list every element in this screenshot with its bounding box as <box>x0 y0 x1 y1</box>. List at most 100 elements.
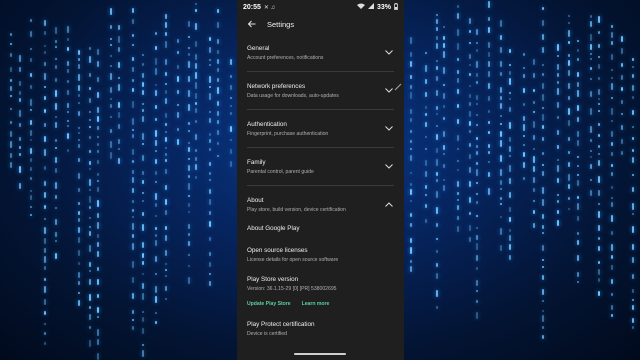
rain-drop <box>89 262 91 267</box>
rain-drop <box>611 77 613 79</box>
rain-drop <box>469 42 471 44</box>
rain-drop <box>632 326 634 329</box>
open-source-licenses-item[interactable]: Open source licenses License details for… <box>247 247 394 263</box>
rain-drop <box>89 150 91 153</box>
rain-drop <box>476 255 478 261</box>
rain-drop <box>632 203 634 210</box>
rain-drop <box>97 61 99 67</box>
rain-drop <box>142 242 144 248</box>
rain-drop <box>132 129 134 131</box>
rain-drop <box>590 190 592 196</box>
rain-drop <box>132 79 134 82</box>
rain-drop <box>632 213 634 215</box>
rain-drop <box>165 72 167 76</box>
rain-drop <box>165 113 167 118</box>
rain-drop <box>410 260 412 263</box>
pencil-icon[interactable] <box>394 83 402 91</box>
rain-drop <box>165 98 167 104</box>
rain-drop <box>443 117 445 120</box>
rain-drop <box>568 70 570 76</box>
rain-drop <box>132 67 134 72</box>
rain-drop <box>568 22 570 24</box>
rain-drop <box>598 153 600 155</box>
section-network-preferences[interactable]: Network preferences Data usage for downl… <box>247 72 394 110</box>
rain-drop <box>469 237 471 242</box>
rain-drop <box>500 228 502 235</box>
section-family[interactable]: Family Parental control, parent guide <box>247 148 394 186</box>
rain-drop <box>19 55 21 62</box>
update-play-store-link[interactable]: Update Play Store <box>247 301 291 307</box>
rain-drop <box>55 219 57 225</box>
rain-drop <box>500 216 502 218</box>
rain-drop <box>577 140 579 146</box>
rain-drop <box>436 106 438 110</box>
rain-drop <box>568 151 570 154</box>
rain-drop <box>30 214 32 216</box>
rain-drop <box>542 232 544 234</box>
rain-drop <box>509 122 511 129</box>
about-google-play-item[interactable]: About Google Play <box>247 225 394 232</box>
rain-drop <box>632 244 634 250</box>
rain-drop <box>55 103 57 110</box>
rain-drop <box>230 97 232 99</box>
rain-drop <box>230 85 232 90</box>
rain-drop <box>632 257 634 263</box>
rain-drop <box>577 180 579 186</box>
rain-drop <box>97 49 99 55</box>
rain-drop <box>557 73 559 77</box>
rain-drop <box>410 140 412 143</box>
rain-drop <box>230 139 232 141</box>
rain-drop <box>188 130 190 132</box>
rain-drop <box>118 77 120 79</box>
rain-drop <box>155 286 157 293</box>
rain-drop <box>217 155 219 157</box>
rain-drop <box>97 143 99 146</box>
rain-drop <box>443 131 445 137</box>
rain-drop <box>188 142 190 144</box>
rain-drop <box>209 37 211 41</box>
rain-drop <box>89 47 91 50</box>
rain-drop <box>44 109 46 113</box>
rain-drop <box>598 89 600 95</box>
rain-drop <box>209 211 211 215</box>
rain-drop <box>443 179 445 181</box>
rain-drop <box>188 53 190 56</box>
rain-drop <box>598 64 600 69</box>
rain-drop <box>500 103 502 109</box>
rain-drop <box>30 177 32 180</box>
section-general[interactable]: General Account preferences, notificatio… <box>247 34 394 72</box>
back-arrow-icon[interactable] <box>245 18 257 30</box>
rain-drop <box>457 5 459 8</box>
rain-drop <box>230 75 232 78</box>
rain-drop <box>509 49 511 53</box>
rain-drop <box>476 312 478 319</box>
rain-drop <box>165 123 167 126</box>
rain-drop <box>10 43 12 45</box>
gesture-nav-bar[interactable] <box>294 353 346 355</box>
learn-more-link[interactable]: Learn more <box>302 301 330 307</box>
rain-drop <box>476 42 478 44</box>
rain-drop <box>165 269 167 271</box>
rain-drop <box>500 61 502 67</box>
rain-drop <box>500 96 502 100</box>
rain-drop <box>590 58 592 60</box>
rain-drop <box>488 1 490 8</box>
rain-drop <box>44 205 46 209</box>
rain-drop <box>142 344 144 346</box>
rain-drop <box>436 306 438 309</box>
rain-drop <box>568 83 570 89</box>
section-authentication[interactable]: Authentication Fingerprint, purchase aut… <box>247 110 394 148</box>
section-about[interactable]: About Play store, build version, device … <box>247 186 394 223</box>
rain-drop <box>425 122 427 127</box>
play-protect-certification-item[interactable]: Play Protect certification Device is cer… <box>247 321 394 337</box>
rain-drop <box>632 187 634 192</box>
rain-drop <box>165 235 167 241</box>
rain-drop <box>110 129 112 133</box>
rain-drop <box>195 63 197 69</box>
rain-drop <box>542 94 544 101</box>
rain-drop <box>155 58 157 65</box>
rain-drop <box>611 255 613 259</box>
rain-drop <box>611 293 613 296</box>
rain-drop <box>89 231 91 236</box>
rain-drop <box>590 126 592 133</box>
